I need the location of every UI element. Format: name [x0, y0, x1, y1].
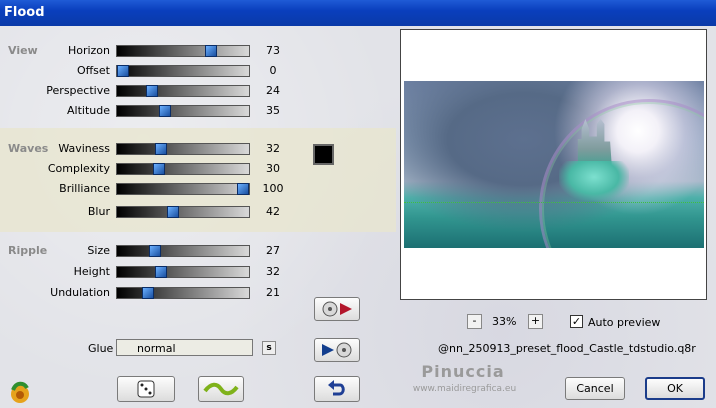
save-preset-button[interactable] [314, 297, 360, 321]
param-label-waviness: Waviness [58, 142, 110, 155]
param-label-offset: Offset [76, 64, 110, 77]
load-preset-icon [322, 342, 352, 358]
param-label-blur: Blur [87, 205, 110, 218]
param-label-undulation: Undulation [50, 286, 110, 299]
slider-blur[interactable] [116, 206, 250, 218]
auto-preview-checkbox[interactable]: ✓ [570, 315, 583, 328]
save-preset-icon [322, 301, 352, 317]
undo-icon [328, 380, 345, 396]
zoom-in-button[interactable]: + [528, 314, 543, 329]
param-value-complexity[interactable]: 30 [258, 162, 288, 175]
param-label-height: Height [73, 265, 110, 278]
slider-thumb-blur[interactable] [167, 206, 179, 218]
slider-thumb-perspective[interactable] [146, 85, 158, 97]
slider-altitude[interactable] [116, 105, 250, 117]
param-value-offset[interactable]: 0 [258, 64, 288, 77]
param-value-horizon[interactable]: 73 [258, 44, 288, 57]
param-value-waviness[interactable]: 32 [258, 142, 288, 155]
wave-icon [203, 382, 239, 396]
ok-button-label: OK [667, 382, 683, 395]
param-value-undulation[interactable]: 21 [258, 286, 288, 299]
horizon-guide-line[interactable] [404, 202, 704, 203]
watermark-name: Pinuccia [421, 362, 505, 381]
slider-waviness[interactable] [116, 143, 250, 155]
slider-thumb-complexity[interactable] [153, 163, 165, 175]
slider-height[interactable] [116, 266, 250, 278]
auto-preview-label: Auto preview [588, 316, 661, 329]
cancel-button[interactable]: Cancel [565, 377, 625, 400]
glue-select[interactable]: normal [116, 339, 253, 356]
dice-icon [137, 380, 155, 398]
glue-s-button[interactable]: s [262, 341, 276, 355]
slider-thumb-size[interactable] [149, 245, 161, 257]
cancel-button-label: Cancel [576, 382, 614, 395]
slider-thumb-offset[interactable] [117, 65, 129, 77]
slider-brilliance[interactable] [116, 183, 250, 195]
slider-complexity[interactable] [116, 163, 250, 175]
glue-label: Glue [88, 342, 114, 355]
param-label-complexity: Complexity [47, 162, 110, 175]
watermark-url: www.maidiregrafica.eu [412, 384, 517, 394]
zoom-out-button[interactable]: - [467, 314, 482, 329]
slider-offset[interactable] [116, 65, 250, 77]
reset-button[interactable] [314, 376, 360, 402]
randomize-button[interactable] [117, 376, 175, 402]
param-value-perspective[interactable]: 24 [258, 84, 288, 97]
slider-size[interactable] [116, 245, 250, 257]
param-label-horizon: Horizon [67, 44, 110, 57]
param-value-blur[interactable]: 42 [258, 205, 288, 218]
slider-horizon[interactable] [116, 45, 250, 57]
slider-perspective[interactable] [116, 85, 250, 97]
param-label-perspective: Perspective [46, 84, 110, 97]
param-label-brilliance: Brilliance [59, 182, 110, 195]
param-value-brilliance[interactable]: 100 [258, 182, 288, 195]
zoom-level: 33% [492, 315, 517, 328]
param-value-altitude[interactable]: 35 [258, 104, 288, 117]
slider-thumb-undulation[interactable] [142, 287, 154, 299]
preview-image [404, 81, 704, 248]
param-label-size: Size [87, 244, 110, 257]
param-value-height[interactable]: 32 [258, 265, 288, 278]
slider-thumb-waviness[interactable] [155, 143, 167, 155]
slider-thumb-height[interactable] [155, 266, 167, 278]
slider-thumb-horizon[interactable] [205, 45, 217, 57]
param-label-altitude: Altitude [67, 104, 110, 117]
ok-button[interactable]: OK [645, 377, 705, 400]
color-swatch[interactable] [313, 144, 334, 165]
slider-thumb-altitude[interactable] [159, 105, 171, 117]
window-title: Flood [4, 5, 45, 20]
preset-filename: @nn_250913_preset_flood_Castle_tdstudio.… [438, 342, 696, 355]
param-value-size[interactable]: 27 [258, 244, 288, 257]
slider-thumb-brilliance[interactable] [237, 183, 249, 195]
title-bar: Flood [0, 0, 716, 26]
filter-factory-logo-icon [8, 380, 32, 404]
waterfall-shape [559, 161, 629, 201]
logo-icon [11, 381, 29, 403]
wave-toggle-button[interactable] [198, 376, 244, 402]
load-preset-button[interactable] [314, 338, 360, 362]
slider-undulation[interactable] [116, 287, 250, 299]
preview-panel[interactable] [400, 29, 707, 300]
